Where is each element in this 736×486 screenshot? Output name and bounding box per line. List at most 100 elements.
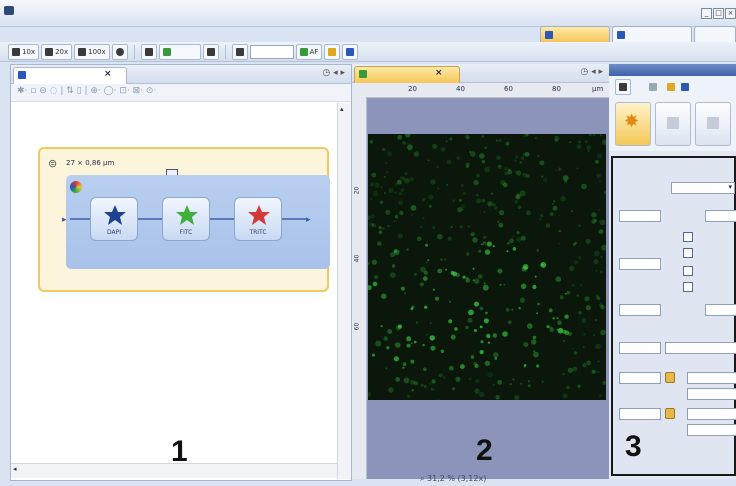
cell-spot <box>432 143 438 149</box>
value-field-3b[interactable] <box>705 304 736 316</box>
cell-spot <box>382 227 385 230</box>
live-view-button[interactable] <box>158 43 201 60</box>
experiment-toolbar: ✱· ▫ ⊖ ◌ | ⇅ ▯ | ⊕· ◯· ⊡· ⊠· ⊙· <box>11 84 351 102</box>
autofocus-button[interactable]: AF <box>295 43 323 60</box>
cell-spot <box>440 147 446 152</box>
value-field-6[interactable] <box>687 408 736 420</box>
open-button[interactable] <box>324 43 341 60</box>
objective-100x-button[interactable]: 100x <box>74 43 110 60</box>
layout-tab-3[interactable] <box>694 26 736 42</box>
image-tab[interactable]: × <box>354 66 460 83</box>
cell-spot <box>493 352 499 358</box>
cell-spot <box>485 311 488 315</box>
layout-tab-1[interactable] <box>540 26 610 42</box>
cell-spot <box>599 219 606 226</box>
cell-spot <box>466 252 470 256</box>
cell-spot <box>368 392 372 397</box>
value-field-4b[interactable] <box>665 342 736 354</box>
cell-spot <box>585 305 591 311</box>
cell-spot <box>415 321 419 324</box>
spin-field[interactable] <box>619 408 661 420</box>
zoom-input[interactable] <box>249 44 294 59</box>
settings-form: ▾ 3 <box>611 156 736 476</box>
folder-icon[interactable] <box>667 83 675 91</box>
value-field-5[interactable] <box>619 372 661 384</box>
vertical-scrollbar[interactable]: ▴ <box>337 103 351 479</box>
cell-spot <box>578 311 582 315</box>
fluorescence-image[interactable] <box>368 134 606 400</box>
cell-spot <box>479 153 485 159</box>
cell-spot <box>583 333 586 336</box>
cell-spot <box>438 373 443 378</box>
cell-spot <box>502 182 508 188</box>
move-up-button[interactable] <box>683 248 693 258</box>
cell-spot <box>386 346 390 350</box>
channel-tritc[interactable]: TRITC <box>234 197 282 241</box>
cell-spot <box>498 138 502 142</box>
copy-icon[interactable] <box>649 83 657 91</box>
toolbar-icons[interactable]: ✱· ▫ ⊖ ◌ | ⇅ ▯ | ⊕· ◯· ⊡· ⊠· ⊙· <box>17 86 156 96</box>
cell-spot <box>514 199 518 204</box>
scroll-left-icon[interactable]: ◂ <box>13 465 17 473</box>
value-field-5c[interactable] <box>687 388 736 400</box>
save-icon[interactable] <box>681 83 689 91</box>
close-button[interactable]: × <box>725 8 736 19</box>
tab-close-icon[interactable]: × <box>435 68 443 78</box>
mode-button-3[interactable] <box>695 102 731 146</box>
tab-nav-icon[interactable]: ◷ ◂ ▸ <box>580 67 603 77</box>
objective-10x-button[interactable]: 10x <box>8 43 40 60</box>
value-field-1[interactable] <box>619 210 661 222</box>
ruler-unit: µm <box>592 85 604 93</box>
channel-fitc[interactable]: FITC <box>162 197 210 241</box>
cell-spot <box>402 362 407 366</box>
objective-20x-button[interactable]: 20x <box>41 43 73 60</box>
value-field-4[interactable] <box>619 342 661 354</box>
cell-spot <box>372 281 378 287</box>
layout-tab-2[interactable] <box>612 26 692 42</box>
cell-spot <box>479 306 484 311</box>
tab-nav-icon[interactable]: ◷ ◂ ▸ <box>322 68 345 78</box>
mode-button-2[interactable] <box>655 102 691 146</box>
cell-spot <box>558 229 561 233</box>
move-top-button[interactable] <box>683 232 693 242</box>
move-down-button[interactable] <box>683 266 693 276</box>
cell-spot <box>394 214 399 219</box>
maximize-button[interactable]: □ <box>713 8 724 19</box>
cell-spot <box>455 376 461 382</box>
cell-spot <box>541 175 544 178</box>
cell-spot <box>588 134 592 137</box>
value-field-2[interactable] <box>619 258 661 270</box>
snap-button[interactable] <box>202 43 219 60</box>
settings-button[interactable] <box>111 43 128 60</box>
color-wheel-icon <box>70 181 82 193</box>
image-viewer-panel: × ◷ ◂ ▸ 20 40 60 80 µm 20 40 60 2 <box>352 64 609 479</box>
cell-spot <box>476 173 480 178</box>
move-bottom-button[interactable] <box>683 282 693 292</box>
save-button[interactable] <box>342 43 359 60</box>
value-field-1b[interactable] <box>705 210 736 222</box>
cell-spot <box>406 394 411 399</box>
mode-select[interactable]: ▾ <box>671 182 735 194</box>
display-button[interactable] <box>231 43 248 60</box>
camera-button[interactable] <box>140 43 157 60</box>
value-field-5b[interactable] <box>687 372 736 384</box>
minimize-button[interactable]: _ <box>701 8 712 19</box>
experiment-node[interactable]: ⊜ 27 × 0,86 µm ▸ DAPI FITC TRITC ▸ <box>38 147 330 292</box>
cell-spot <box>499 210 505 216</box>
illumination-button[interactable]: ✸ <box>615 102 651 146</box>
value-field-3[interactable] <box>619 304 661 316</box>
value-field-6b[interactable] <box>687 424 736 436</box>
cell-spot <box>562 393 568 399</box>
camera-settings-button[interactable] <box>615 79 631 95</box>
channel-dapi[interactable]: DAPI <box>90 197 138 241</box>
scroll-up-icon[interactable]: ▴ <box>340 105 344 113</box>
experiment-tab[interactable]: × <box>13 67 127 84</box>
ruler-tick: 40 <box>456 85 465 93</box>
lock-icon[interactable] <box>665 408 675 419</box>
tab-close-icon[interactable]: × <box>104 69 112 79</box>
lock-icon[interactable] <box>665 372 675 383</box>
cell-spot <box>374 274 379 280</box>
cell-spot <box>388 387 394 393</box>
app-icon <box>4 6 14 15</box>
cell-spot <box>587 149 590 152</box>
